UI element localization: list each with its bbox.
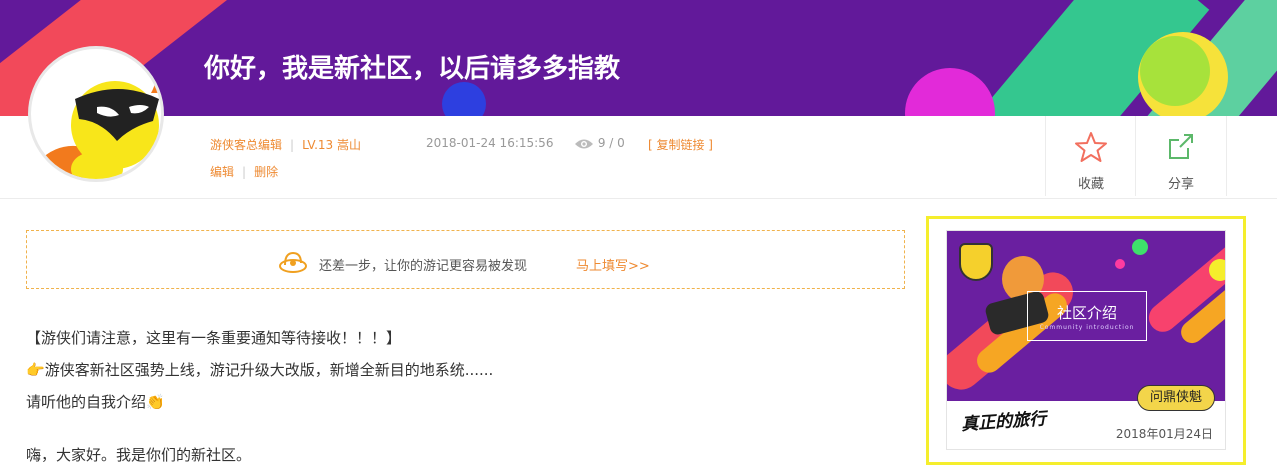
edit-link[interactable]: 编辑	[210, 165, 234, 179]
banner-decoration	[905, 68, 995, 116]
content-line: 请听他的自我介绍👏	[26, 391, 165, 412]
copy-link[interactable]: [ 复制链接 ]	[648, 136, 713, 153]
card-image-subtitle: Community introduction	[1039, 324, 1135, 331]
separator: |	[242, 165, 247, 179]
favorite-label: 收藏	[1077, 177, 1104, 192]
clapping-hands-icon: 👏	[146, 393, 165, 411]
view-count: 9 / 0	[574, 136, 625, 150]
pointing-hand-icon: 👉	[26, 361, 45, 379]
author-info: 游侠客总编辑 | LV.13 嵩山	[210, 136, 361, 153]
content-line: 【游侠们请注意，这里有一条重要通知等待接收！！！】	[26, 329, 402, 347]
share-icon	[1169, 134, 1193, 159]
author-actions: 编辑 | 删除	[210, 163, 278, 180]
author-name[interactable]: 游侠客总编辑	[210, 138, 282, 152]
card-signature: 真正的旅行	[960, 409, 1047, 435]
card-image-title-box: 社区介绍 Community introduction	[1027, 291, 1147, 341]
banner-decoration	[442, 82, 486, 116]
tip-text: 还差一步，让你的游记更容易被发现	[319, 259, 528, 274]
content-line: 👉游侠客新社区强势上线，游记升级大改版，新增全新目的地系统......	[26, 359, 493, 380]
shield-logo-icon	[959, 243, 993, 281]
eye-icon	[575, 139, 593, 148]
content-text: 请听他的自我介绍	[26, 393, 147, 411]
card-image: 社区介绍 Community introduction	[947, 231, 1225, 401]
favorite-button[interactable]: 收藏	[1045, 116, 1136, 196]
card-badge: 问鼎侠魁	[1137, 385, 1215, 411]
card-decoration	[1115, 259, 1125, 269]
star-icon	[1075, 132, 1107, 162]
content-line: 嗨，大家好。我是你们的新社区。	[26, 446, 252, 464]
delete-link[interactable]: 删除	[254, 165, 278, 179]
hat-icon	[279, 251, 307, 273]
card-decoration	[1132, 239, 1148, 255]
community-intro-card[interactable]: 社区介绍 Community introduction 问鼎侠魁 真正的旅行 2…	[946, 230, 1226, 450]
header-banner: 你好，我是新社区，以后请多多指教	[0, 0, 1277, 116]
share-label: 分享	[1167, 177, 1194, 192]
page-title: 你好，我是新社区，以后请多多指教	[204, 54, 621, 84]
tip-box: 还差一步，让你的游记更容易被发现 马上填写>>	[26, 230, 905, 289]
author-level: LV.13 嵩山	[302, 138, 361, 152]
separator: |	[290, 138, 295, 152]
view-count-value: 9 / 0	[597, 136, 625, 150]
avatar[interactable]	[28, 46, 164, 182]
content-text: 游侠客新社区强势上线，游记升级大改版，新增全新目的地系统......	[44, 361, 494, 379]
banner-decoration	[1140, 36, 1210, 106]
card-decoration	[1209, 259, 1225, 281]
fill-now-link[interactable]: 马上填写>>	[576, 255, 650, 274]
card-date: 2018年01月24日	[1115, 427, 1213, 441]
post-datetime: 2018-01-24 16:15:56	[426, 136, 554, 150]
share-button[interactable]: 分享	[1135, 116, 1227, 196]
card-image-title: 社区介绍	[1056, 304, 1117, 322]
mascot-avatar	[33, 73, 161, 179]
